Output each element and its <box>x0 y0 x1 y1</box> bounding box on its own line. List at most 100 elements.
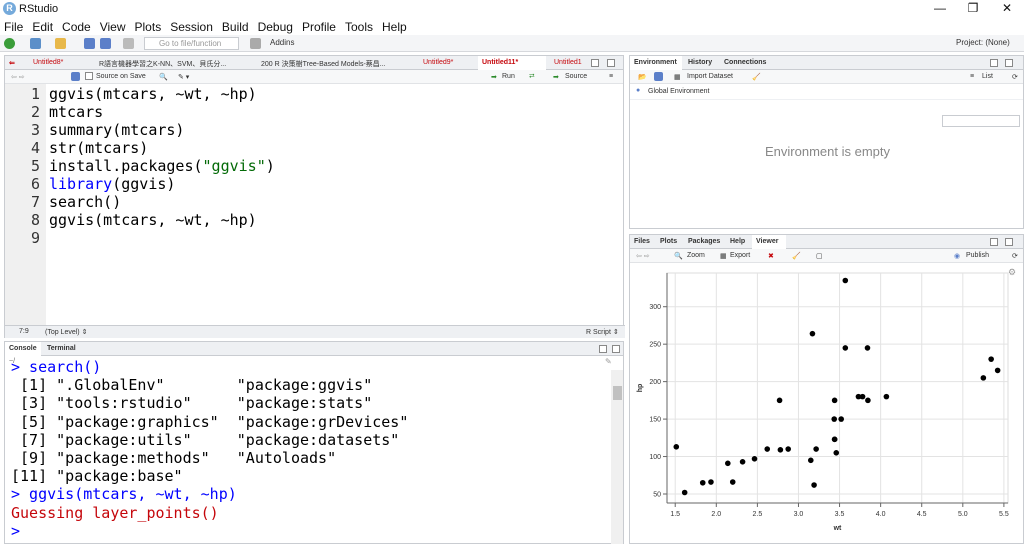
console-scrollbar-thumb[interactable] <box>613 386 622 400</box>
minimize-pane-icon[interactable] <box>990 59 998 67</box>
clear-env-icon[interactable]: 🧹 <box>752 73 761 81</box>
rerun-icon[interactable]: ⮂ <box>529 73 535 81</box>
goto-file-input[interactable]: Go to file/function <box>144 37 239 50</box>
tab-plots[interactable]: Plots <box>656 235 680 249</box>
console-line: Guessing layer_points() <box>11 503 219 522</box>
tab-terminal[interactable]: Terminal <box>43 342 83 356</box>
env-search-input[interactable] <box>942 115 1020 127</box>
viewer-tabbar: Files Plots Packages Help Viewer <box>630 235 1023 249</box>
code-line[interactable]: ggvis(mtcars, ~wt, ~hp) <box>49 85 257 103</box>
menu-session[interactable]: Session <box>170 18 220 35</box>
remove-icon[interactable]: ✖ <box>768 252 774 260</box>
source-editor-pane: ⇐ Untitled8* R語言機器學習之K-NN、SVM、貝氏分... 200… <box>4 55 625 338</box>
maximize-pane-icon[interactable] <box>612 345 620 353</box>
run-button[interactable]: Run <box>502 73 515 80</box>
code-line[interactable]: library(ggvis) <box>49 175 175 193</box>
export-button[interactable]: Export <box>730 252 750 259</box>
viewer-toolbar: ⇦ ⇨ 🔍 Zoom ▦ Export ✖ 🧹 ▢ ◉ Publish ⟳ <box>630 249 1023 263</box>
close-button[interactable]: ✕ <box>992 1 1022 15</box>
line-number: 5 <box>30 157 40 175</box>
tab-knn-svm[interactable]: R語言機器學習之K-NN、SVM、貝氏分... <box>95 56 230 70</box>
maximize-pane-icon[interactable] <box>1005 238 1013 246</box>
code-tools-icon[interactable]: ✎ ▾ <box>178 73 189 81</box>
tab-untitled11[interactable]: Untitled11* <box>478 56 546 70</box>
env-toolbar: 📂 ▦ Import Dataset 🧹 ≡ List ⟳ <box>630 70 1023 84</box>
clear-console-icon[interactable]: ✎ <box>605 357 612 366</box>
data-point <box>807 457 814 464</box>
tab-console[interactable]: Console <box>5 342 41 356</box>
minimize-button[interactable]: — <box>925 1 955 15</box>
menu-edit[interactable]: Edit <box>32 18 60 35</box>
restore-button[interactable]: ❐ <box>958 1 988 15</box>
new-project-icon[interactable] <box>30 38 41 49</box>
new-file-icon[interactable] <box>4 38 15 49</box>
outline-icon[interactable]: ≡ <box>609 73 613 80</box>
file-type-selector[interactable]: R Script ⇕ <box>586 328 619 336</box>
env-scope-selector[interactable]: Global Environment <box>648 88 709 95</box>
print-icon[interactable] <box>123 38 134 49</box>
menu-code[interactable]: Code <box>62 18 98 35</box>
refresh-viewer-icon[interactable]: ⟳ <box>1012 252 1018 260</box>
save-all-icon[interactable] <box>100 38 111 49</box>
code-line[interactable]: ggvis(mtcars, ~wt, ~hp) <box>49 211 257 229</box>
save-icon[interactable] <box>84 38 95 49</box>
find-icon[interactable]: 🔍 <box>159 73 168 81</box>
data-point <box>831 416 838 422</box>
tab-tree-models[interactable]: 200 R 決策樹Tree-Based Models-蔡昌... <box>257 56 417 70</box>
menu-plots[interactable]: Plots <box>135 18 169 35</box>
project-menu[interactable]: Project: (None) <box>956 38 1010 47</box>
tab-packages[interactable]: Packages <box>684 235 724 249</box>
code-line[interactable]: mtcars <box>49 103 103 121</box>
tab-untitled1[interactable]: Untitled1 <box>550 56 588 70</box>
tab-untitled9[interactable]: Untitled9* <box>419 56 477 70</box>
open-file-icon[interactable] <box>55 38 66 49</box>
addins-button[interactable]: Addins <box>270 38 294 47</box>
code-line[interactable]: search() <box>49 193 121 211</box>
tab-environment[interactable]: Environment <box>630 56 682 70</box>
viewer-pane: Files Plots Packages Help Viewer ⇦ ⇨ 🔍 Z… <box>629 234 1024 544</box>
scope-selector[interactable]: (Top Level) ⇕ <box>45 328 87 336</box>
list-view-button[interactable]: List <box>982 73 993 80</box>
minimize-pane-icon[interactable] <box>990 238 998 246</box>
data-point <box>838 416 844 422</box>
tab-viewer[interactable]: Viewer <box>752 235 786 249</box>
editor-save-icon[interactable] <box>71 72 80 81</box>
menu-profile[interactable]: Profile <box>302 18 343 35</box>
minimize-pane-icon[interactable] <box>599 345 607 353</box>
menu-view[interactable]: View <box>100 18 133 35</box>
code-line[interactable]: str(mtcars) <box>49 139 148 157</box>
x-tick-label: 1.5 <box>670 511 680 518</box>
line-number: 6 <box>30 175 40 193</box>
new-window-icon[interactable]: ▢ <box>816 252 823 260</box>
viewer-nav-icon[interactable]: ⇦ ⇨ <box>636 252 650 260</box>
import-dataset-button[interactable]: Import Dataset <box>687 73 733 80</box>
menu-help[interactable]: Help <box>382 18 414 35</box>
tab-help[interactable]: Help <box>726 235 750 249</box>
source-on-save-checkbox[interactable] <box>85 72 93 80</box>
maximize-pane-icon[interactable] <box>1005 59 1013 67</box>
tab-files[interactable]: Files <box>630 235 654 249</box>
y-axis-label: hp <box>637 384 644 393</box>
tab-history[interactable]: History <box>684 56 718 70</box>
menu-file[interactable]: File <box>4 18 30 35</box>
code-line[interactable]: summary(mtcars) <box>49 121 184 139</box>
refresh-icon[interactable]: ⟳ <box>1012 73 1018 81</box>
menu-debug[interactable]: Debug <box>258 18 300 35</box>
minimize-pane-icon[interactable] <box>591 59 599 67</box>
load-workspace-icon[interactable]: 📂 <box>638 73 647 81</box>
menu-tools[interactable]: Tools <box>345 18 380 35</box>
save-workspace-icon[interactable] <box>654 72 663 81</box>
publish-button[interactable]: Publish <box>966 252 989 259</box>
code-line[interactable]: install.packages("ggvis") <box>49 157 275 175</box>
zoom-button[interactable]: Zoom <box>687 252 705 259</box>
clear-viewer-icon[interactable]: 🧹 <box>792 252 801 260</box>
grid-icon[interactable] <box>250 38 261 49</box>
menu-build[interactable]: Build <box>222 18 256 35</box>
y-tick-label: 250 <box>649 342 661 349</box>
back-arrow-icon[interactable]: ⇦ ⇨ <box>11 73 25 81</box>
source-button[interactable]: Source <box>565 73 587 80</box>
code-token: ggvis(mtcars, ~wt, ~hp) <box>49 211 257 229</box>
maximize-pane-icon[interactable] <box>607 59 615 67</box>
tab-connections[interactable]: Connections <box>720 56 770 70</box>
tab-untitled8[interactable]: Untitled8* <box>29 56 91 70</box>
